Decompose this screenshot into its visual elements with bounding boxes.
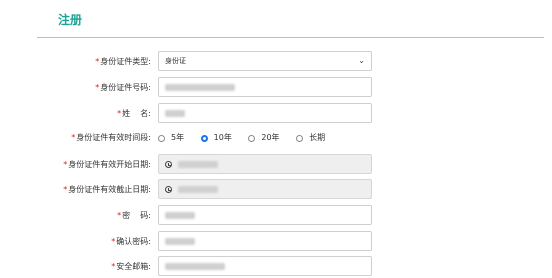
name-label: *姓 名:: [117, 109, 151, 118]
end-date-input[interactable]: [158, 179, 372, 199]
radio-circle: [248, 134, 256, 142]
page-title: 注册: [58, 13, 83, 27]
redacted-value: [165, 109, 185, 117]
redacted-value: [165, 211, 195, 219]
confirm-password-input[interactable]: [158, 231, 372, 251]
radio-circle: [296, 134, 304, 142]
redacted-value: [178, 160, 218, 168]
id-number-input[interactable]: [158, 77, 372, 97]
radio-10-years[interactable]: 10年: [200, 127, 232, 149]
row-start-date: *身份证件有效开始日期:: [0, 154, 552, 176]
redacted-value: [178, 185, 218, 193]
radio-20-years[interactable]: 20年: [248, 127, 280, 149]
redacted-value: [165, 237, 195, 245]
clock-icon: [165, 160, 172, 168]
radio-label: 长期: [309, 133, 326, 142]
header-divider: [37, 37, 544, 38]
radio-long-term[interactable]: 长期: [296, 127, 325, 149]
start-date-label: *身份证件有效开始日期:: [63, 160, 151, 169]
row-id-number: *身份证件号码:: [0, 77, 552, 99]
row-confirm-password: *确认密码:: [0, 231, 552, 253]
chevron-down-icon: ⌄: [358, 56, 365, 65]
radio-circle: [200, 134, 208, 142]
password-input[interactable]: [158, 205, 372, 225]
password-label: *密 码:: [117, 211, 151, 220]
row-name: *姓 名:: [0, 103, 552, 125]
row-id-type: *身份证件类型: 身份证 ⌄: [0, 51, 552, 73]
radio-label: 20年: [261, 133, 280, 142]
row-validity: *身份证件有效时间段: 5年 10年 20年 长期: [0, 127, 552, 149]
radio-label: 10年: [213, 133, 232, 142]
radio-5-years[interactable]: 5年: [158, 127, 184, 149]
radio-circle: [158, 134, 165, 142]
id-type-value: 身份证: [165, 57, 186, 65]
redacted-value: [165, 262, 225, 270]
redacted-value: [165, 83, 235, 91]
id-type-label: *身份证件类型:: [95, 57, 151, 66]
confirm-password-label: *确认密码:: [111, 237, 151, 246]
radio-label: 5年: [171, 133, 185, 142]
start-date-input[interactable]: [158, 154, 372, 174]
validity-radio-group: 5年 10年 20年 长期: [158, 127, 339, 149]
validity-label: *身份证件有效时间段:: [71, 133, 151, 142]
end-date-label: *身份证件有效截止日期:: [63, 185, 151, 194]
name-input[interactable]: [158, 103, 372, 123]
security-email-input[interactable]: [158, 256, 372, 276]
clock-icon: [165, 185, 172, 193]
row-security-email: *安全邮箱:: [0, 256, 552, 278]
row-password: *密 码:: [0, 205, 552, 227]
row-end-date: *身份证件有效截止日期:: [0, 179, 552, 201]
security-email-label: *安全邮箱:: [111, 262, 151, 271]
id-type-select[interactable]: 身份证 ⌄: [158, 51, 372, 71]
id-number-label: *身份证件号码:: [95, 83, 151, 92]
